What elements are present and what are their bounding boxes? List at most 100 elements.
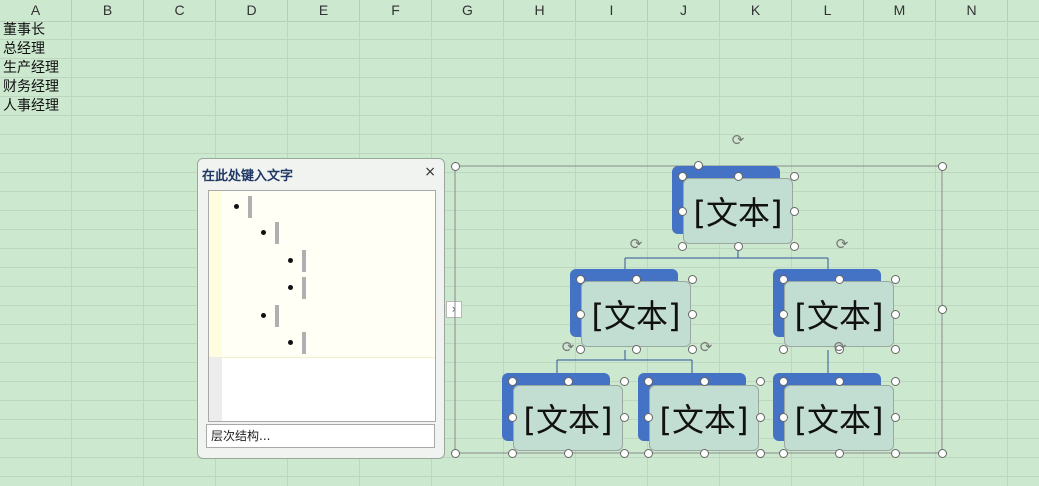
- node-handle[interactable]: [644, 377, 653, 386]
- node-handle[interactable]: [644, 449, 653, 458]
- rotate-icon[interactable]: ⟳: [832, 339, 848, 355]
- column-header-l[interactable]: L: [792, 0, 864, 21]
- node-label[interactable]: [文本]: [683, 178, 793, 244]
- node-handle[interactable]: [620, 377, 629, 386]
- resize-handle-top-left[interactable]: [451, 162, 460, 171]
- bullet-level-3[interactable]: [222, 332, 422, 354]
- node-handle[interactable]: [508, 413, 517, 422]
- rotate-icon[interactable]: ⟳: [560, 339, 576, 355]
- rotate-icon[interactable]: ⟳: [628, 236, 644, 252]
- column-header-h[interactable]: H: [504, 0, 576, 21]
- node-handle[interactable]: [678, 172, 687, 181]
- bullet-level-1[interactable]: [222, 196, 422, 218]
- node-handle[interactable]: [688, 310, 697, 319]
- node-handle[interactable]: [576, 310, 585, 319]
- resize-handle-right[interactable]: [938, 305, 947, 314]
- node-handle[interactable]: [564, 377, 573, 386]
- column-header-c[interactable]: C: [144, 0, 216, 21]
- column-header-j[interactable]: J: [648, 0, 720, 21]
- resize-handle-bottom-left[interactable]: [451, 449, 460, 458]
- node-handle[interactable]: [779, 275, 788, 284]
- node-handle[interactable]: [700, 377, 709, 386]
- text-pane-body[interactable]: [208, 190, 436, 422]
- node-handle[interactable]: [734, 242, 743, 251]
- column-header-d[interactable]: D: [216, 0, 288, 21]
- node-handle[interactable]: [790, 207, 799, 216]
- smartart-node-bottom-1[interactable]: [文本]: [502, 373, 626, 455]
- node-handle[interactable]: [779, 449, 788, 458]
- resize-handle-top-right[interactable]: [938, 162, 947, 171]
- node-handle[interactable]: [756, 413, 765, 422]
- close-icon[interactable]: ×: [424, 164, 436, 180]
- node-handle[interactable]: [576, 345, 585, 354]
- cell-a1[interactable]: 董事长: [3, 21, 45, 40]
- cell-a4[interactable]: 财务经理: [3, 78, 59, 97]
- column-header-m[interactable]: M: [864, 0, 936, 21]
- rotate-icon[interactable]: ⟳: [730, 132, 746, 148]
- text-caret: [302, 250, 306, 272]
- rotate-icon[interactable]: ⟳: [834, 236, 850, 252]
- column-header-k[interactable]: K: [720, 0, 792, 21]
- node-handle[interactable]: [688, 345, 697, 354]
- column-header-i[interactable]: I: [576, 0, 648, 21]
- column-header-f[interactable]: F: [360, 0, 432, 21]
- smartart-node-bottom-3[interactable]: [文本]: [773, 373, 897, 455]
- node-handle[interactable]: [790, 172, 799, 181]
- node-handle[interactable]: [891, 377, 900, 386]
- node-handle[interactable]: [756, 449, 765, 458]
- node-handle[interactable]: [835, 449, 844, 458]
- column-header-a[interactable]: A: [0, 0, 72, 21]
- hierarchy-link[interactable]: 层次结构...: [206, 424, 435, 448]
- column-header-b[interactable]: B: [72, 0, 144, 21]
- column-header-n[interactable]: N: [936, 0, 1008, 21]
- bullet-level-2[interactable]: [222, 305, 422, 327]
- cell-a2[interactable]: 总经理: [3, 40, 45, 59]
- column-header-g[interactable]: G: [432, 0, 504, 21]
- node-handle[interactable]: [891, 275, 900, 284]
- node-handle[interactable]: [835, 377, 844, 386]
- node-handle[interactable]: [694, 161, 703, 170]
- node-handle[interactable]: [678, 242, 687, 251]
- node-handle[interactable]: [632, 275, 641, 284]
- bullet-level-3[interactable]: [222, 250, 422, 272]
- node-handle[interactable]: [620, 413, 629, 422]
- text-pane-editor[interactable]: [222, 191, 435, 358]
- node-handle[interactable]: [632, 345, 641, 354]
- node-handle[interactable]: [620, 449, 629, 458]
- node-handle[interactable]: [779, 345, 788, 354]
- node-handle[interactable]: [734, 172, 743, 181]
- node-label[interactable]: [文本]: [784, 385, 894, 451]
- node-handle[interactable]: [644, 413, 653, 422]
- node-handle[interactable]: [891, 310, 900, 319]
- node-handle[interactable]: [779, 413, 788, 422]
- resize-handle-bottom-right[interactable]: [938, 449, 947, 458]
- bullet-level-2[interactable]: [222, 222, 422, 244]
- cell-a3[interactable]: 生产经理: [3, 59, 59, 78]
- bullet-level-3[interactable]: [222, 277, 422, 299]
- node-handle[interactable]: [779, 377, 788, 386]
- node-handle[interactable]: [835, 275, 844, 284]
- node-label[interactable]: [文本]: [581, 281, 691, 347]
- node-handle[interactable]: [508, 449, 517, 458]
- cell-a5[interactable]: 人事经理: [3, 97, 59, 116]
- node-handle[interactable]: [678, 207, 687, 216]
- node-handle[interactable]: [779, 310, 788, 319]
- node-handle[interactable]: [891, 449, 900, 458]
- text-caret: [275, 305, 279, 327]
- node-handle[interactable]: [891, 345, 900, 354]
- node-handle[interactable]: [891, 413, 900, 422]
- node-handle[interactable]: [508, 377, 517, 386]
- node-handle[interactable]: [756, 377, 765, 386]
- node-handle[interactable]: [688, 275, 697, 284]
- node-label[interactable]: [文本]: [649, 385, 759, 451]
- text-pane-toggle-icon[interactable]: ›: [446, 301, 462, 318]
- node-handle[interactable]: [564, 449, 573, 458]
- smartart-text-pane[interactable]: 在此处键入文字 × 层次结构...: [197, 158, 445, 459]
- node-handle[interactable]: [790, 242, 799, 251]
- node-label[interactable]: [文本]: [513, 385, 623, 451]
- smartart-node-bottom-2[interactable]: [文本]: [638, 373, 762, 455]
- node-handle[interactable]: [700, 449, 709, 458]
- column-header-e[interactable]: E: [288, 0, 360, 21]
- node-handle[interactable]: [576, 275, 585, 284]
- rotate-icon[interactable]: ⟳: [698, 339, 714, 355]
